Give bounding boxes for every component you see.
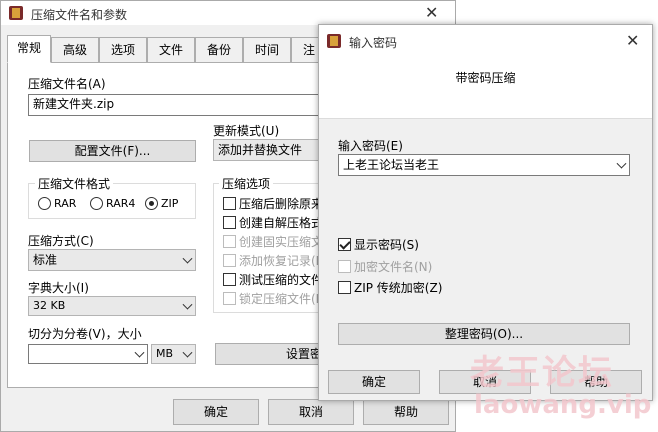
update-mode-value: 添加并替换文件	[218, 143, 303, 157]
help-button[interactable]: 帮助	[363, 399, 449, 425]
chevron-down-icon	[134, 347, 145, 358]
winrar-app-icon	[327, 34, 341, 48]
dict-select[interactable]: 32 KB	[28, 296, 196, 316]
dict-label: 字典大小(I)	[28, 281, 89, 295]
archive-name-input[interactable]: 新建文件夹.zip	[28, 94, 328, 116]
close-icon[interactable]: ✕	[425, 5, 438, 21]
chevron-down-icon	[182, 347, 193, 358]
create-sfx-checkbox[interactable]	[223, 216, 236, 229]
tab-files[interactable]: 文件	[147, 37, 195, 63]
test-archive-label: 测试压缩的文件	[239, 273, 324, 287]
password-dialog-title: 输入密码	[349, 36, 398, 50]
lock-archive-label: 锁定压缩文件(L	[239, 292, 323, 306]
create-sfx-label: 创建自解压格式	[239, 216, 324, 230]
format-zip-radio[interactable]	[145, 197, 158, 210]
delete-after-label: 压缩后删除原来	[239, 197, 324, 211]
password-ok-button[interactable]: 确定	[328, 370, 420, 394]
password-header: 带密码压缩	[455, 71, 516, 85]
format-group-title: 压缩文件格式	[35, 177, 114, 191]
lock-archive-checkbox	[223, 292, 236, 305]
password-label: 输入密码(E)	[338, 139, 403, 153]
show-password-checkbox[interactable]	[338, 238, 351, 251]
split-size-input[interactable]	[28, 344, 148, 364]
close-icon[interactable]: ✕	[626, 33, 639, 49]
set-password-button[interactable]: 设置密	[215, 343, 328, 365]
test-archive-checkbox[interactable]	[223, 273, 236, 286]
recovery-record-label: 添加恢复记录(E	[239, 254, 324, 268]
chevron-down-icon	[182, 253, 193, 264]
cancel-button[interactable]: 取消	[268, 399, 354, 425]
chevron-down-icon	[182, 299, 193, 310]
password-header-area: 带密码压缩	[319, 55, 652, 119]
recovery-record-checkbox	[223, 254, 236, 267]
password-dialog-titlebar: 输入密码 ✕	[319, 25, 652, 55]
zip-legacy-label: ZIP 传统加密(Z)	[354, 281, 443, 295]
chevron-down-icon	[616, 158, 627, 169]
winrar-app-icon	[9, 6, 23, 20]
tab-backup[interactable]: 备份	[195, 37, 243, 63]
format-rar4-radio[interactable]	[90, 197, 103, 210]
archive-dialog-title: 压缩文件名和参数	[31, 8, 128, 22]
tab-advanced[interactable]: 高级	[51, 37, 99, 63]
archive-dialog-titlebar: 压缩文件名和参数 ✕	[1, 1, 455, 25]
split-unit-select[interactable]: MB	[151, 344, 196, 364]
config-file-button[interactable]: 配置文件(F)...	[29, 140, 196, 162]
ok-button[interactable]: 确定	[173, 399, 259, 425]
zip-legacy-checkbox[interactable]	[338, 281, 351, 294]
update-mode-label: 更新模式(U)	[213, 124, 280, 138]
format-rar-label: RAR	[54, 197, 77, 210]
password-input[interactable]: 上老王论坛当老王	[338, 154, 630, 176]
solid-archive-label: 创建固实压缩文	[239, 235, 324, 249]
tab-options[interactable]: 选项	[99, 37, 147, 63]
solid-archive-checkbox	[223, 235, 236, 248]
show-password-label: 显示密码(S)	[354, 238, 419, 252]
watermark-url: laowang.vip	[474, 390, 652, 420]
tab-general[interactable]: 常规	[7, 35, 51, 63]
update-mode-select[interactable]: 添加并替换文件	[213, 139, 328, 161]
organize-passwords-button[interactable]: 整理密码(O)...	[338, 323, 630, 345]
method-value: 标准	[33, 253, 58, 267]
method-label: 压缩方式(C)	[28, 234, 94, 248]
delete-after-checkbox[interactable]	[223, 197, 236, 210]
split-unit-value: MB	[156, 347, 174, 360]
archive-name-label: 压缩文件名(A)	[28, 77, 106, 91]
format-rar4-label: RAR4	[106, 197, 136, 210]
format-rar-radio[interactable]	[38, 197, 51, 210]
tab-strip: 常规 高级 选项 文件 备份 时间 注	[7, 35, 327, 63]
options-group-title: 压缩选项	[219, 177, 274, 191]
set-password-label: 设置密	[286, 347, 323, 361]
dict-value: 32 KB	[33, 299, 66, 312]
split-label: 切分为分卷(V)，大小	[28, 327, 142, 341]
tab-time[interactable]: 时间	[243, 37, 291, 63]
format-zip-label: ZIP	[161, 197, 179, 210]
encrypt-names-label: 加密文件名(N)	[354, 260, 433, 274]
encrypt-names-checkbox	[338, 260, 351, 273]
password-value: 上老王论坛当老王	[343, 158, 440, 172]
method-select[interactable]: 标准	[28, 249, 196, 271]
watermark-title: 老王论坛	[470, 353, 614, 393]
